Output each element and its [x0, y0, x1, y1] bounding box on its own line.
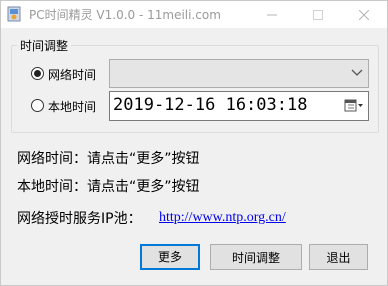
local-time-radio[interactable] [31, 99, 44, 112]
maximize-icon [313, 10, 323, 20]
app-window: PC时间精灵 V1.0.0 - 11meili.com 时间调整 网络时间 本地… [0, 0, 388, 286]
network-time-radio-label[interactable]: 网络时间 [48, 66, 96, 83]
ntp-pool-link[interactable]: http://www.ntp.org.cn/ [159, 210, 286, 226]
more-button[interactable]: 更多 [140, 244, 200, 270]
app-clock-icon [7, 6, 21, 22]
exit-button[interactable]: 退出 [309, 244, 368, 270]
title-bar[interactable]: PC时间精灵 V1.0.0 - 11meili.com [1, 1, 387, 28]
maximize-button[interactable] [295, 1, 341, 28]
network-time-server-select[interactable] [109, 59, 369, 88]
network-time-info: 网络时间：请点击“更多”按钮 [17, 151, 200, 167]
close-icon [358, 9, 370, 21]
network-time-radio[interactable] [31, 67, 44, 80]
local-datetime-picker[interactable]: 2019-12-16 16:03:18 [109, 91, 369, 121]
local-time-radio-label[interactable]: 本地时间 [48, 98, 96, 115]
close-button[interactable] [341, 1, 387, 28]
minimize-icon [267, 14, 277, 16]
window-title: PC时间精灵 V1.0.0 - 11meili.com [29, 8, 221, 22]
group-label: 时间调整 [17, 37, 72, 54]
radio-selected-dot [34, 70, 41, 77]
datetime-value[interactable]: 2019-12-16 16:03:18 [113, 95, 307, 115]
local-time-info: 本地时间：请点击“更多”按钮 [17, 179, 200, 195]
calendar-icon[interactable] [344, 98, 364, 114]
chevron-down-icon [351, 69, 363, 76]
ntp-pool-label: 网络授时服务IP池： [17, 211, 142, 227]
time-adjust-button[interactable]: 时间调整 [210, 244, 302, 270]
minimize-button[interactable] [249, 1, 295, 28]
